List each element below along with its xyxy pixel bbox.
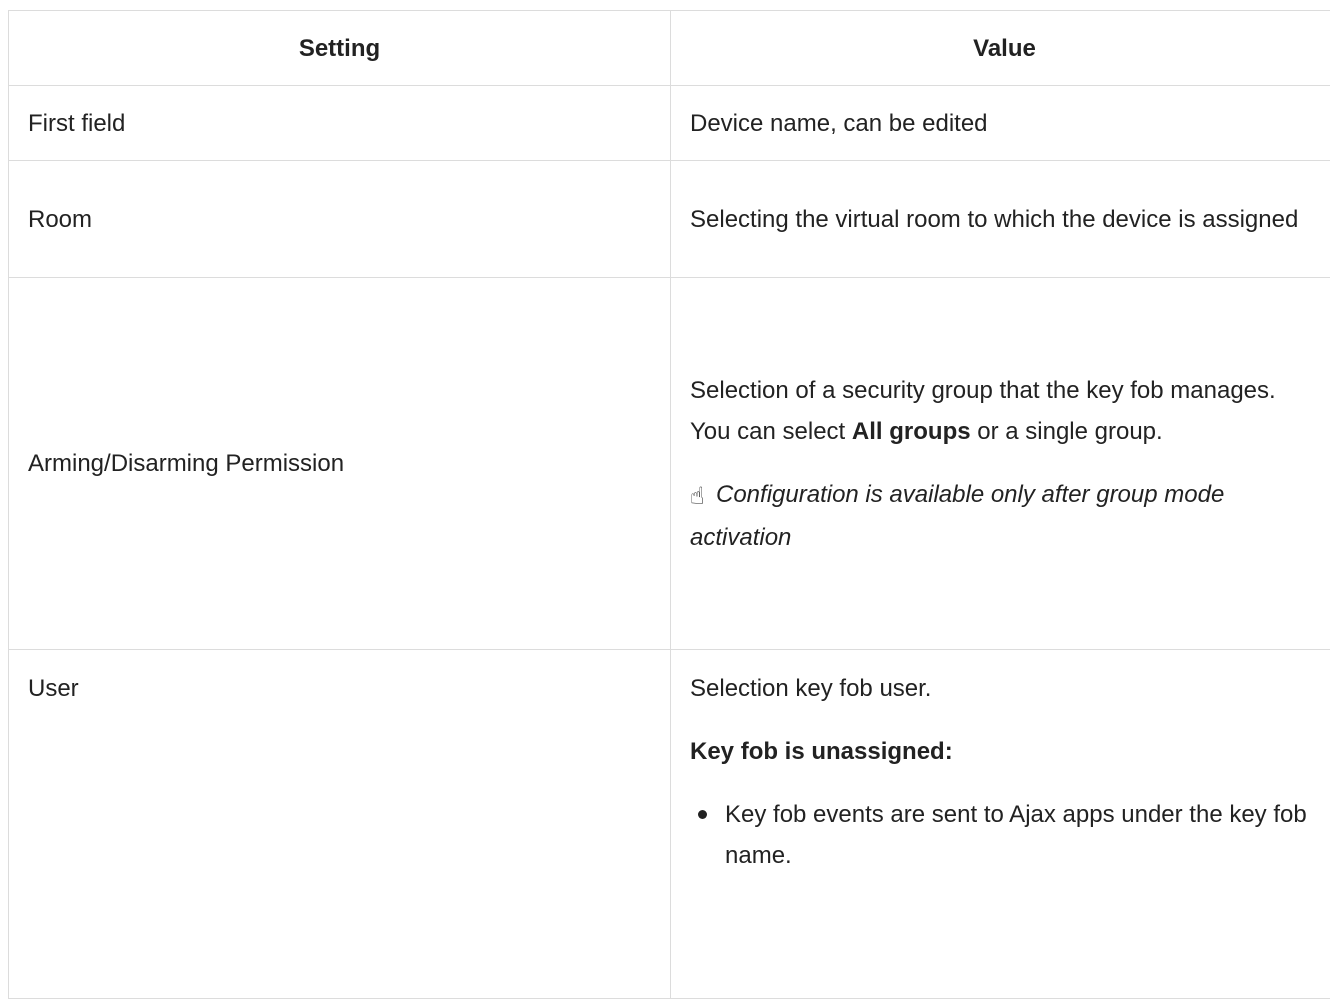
subheading-text: Key fob is unassigned: — [690, 738, 953, 765]
spacer — [690, 772, 1319, 794]
settings-table: Setting Value First field Device name, c… — [8, 10, 1330, 999]
table-row: First field Device name, can be edited — [9, 86, 1330, 161]
value-cell: Device name, can be edited — [671, 86, 1330, 161]
setting-cell: User — [9, 650, 671, 999]
value-subheading: Key fob is unassigned: — [690, 731, 1319, 772]
value-description: Selection of a security group that the k… — [690, 370, 1319, 452]
spacer — [690, 709, 1319, 731]
list-item-text: Key fob events are sent to Ajax apps und… — [725, 794, 1319, 876]
bullet-icon — [698, 810, 707, 819]
header-value: Value — [671, 11, 1330, 86]
value-cell: Selecting the virtual room to which the … — [671, 161, 1330, 278]
list-item: Key fob events are sent to Ajax apps und… — [690, 794, 1319, 876]
note: ☝Configuration is available only after g… — [690, 474, 1319, 558]
table-row: Arming/Disarming Permission Selection of… — [9, 278, 1330, 650]
header-setting: Setting — [9, 11, 671, 86]
pointing-hand-icon: ☝ — [690, 476, 716, 517]
setting-cell: Room — [9, 161, 671, 278]
value-cell: Selection of a security group that the k… — [671, 278, 1330, 650]
spacer — [690, 452, 1319, 474]
value-emphasis: All groups — [852, 418, 971, 445]
value-description: Selection key fob user. — [690, 668, 1319, 709]
value-cell: Selection key fob user. Key fob is unass… — [671, 650, 1330, 999]
note-text: Configuration is available only after gr… — [690, 481, 1224, 551]
table-row: Room Selecting the virtual room to which… — [9, 161, 1330, 278]
setting-cell: First field — [9, 86, 671, 161]
settings-table-container: Setting Value First field Device name, c… — [8, 10, 1330, 999]
table-header-row: Setting Value — [9, 11, 1330, 86]
value-text: or a single group. — [971, 418, 1163, 445]
table-row: User Selection key fob user. Key fob is … — [9, 650, 1330, 999]
setting-cell: Arming/Disarming Permission — [9, 278, 671, 650]
